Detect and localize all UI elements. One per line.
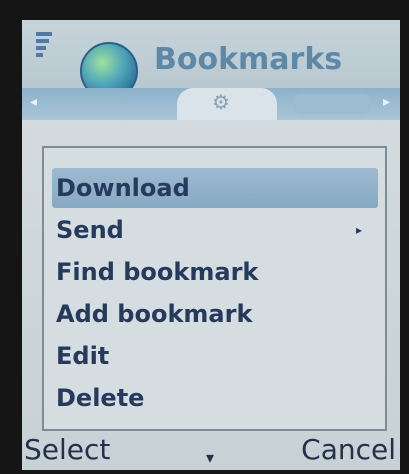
menu-item-download[interactable]: Download	[52, 168, 378, 208]
menu-item-find-bookmark[interactable]: Find bookmark	[56, 252, 372, 292]
menu-item-add-bookmark[interactable]: Add bookmark	[56, 294, 372, 334]
tab-bookmarks-icon: ⚙	[212, 90, 230, 114]
select-softkey[interactable]: Select	[24, 430, 110, 470]
tab-strip: ◂ ⚙ ▸	[22, 88, 400, 120]
phone-screen: Bookmarks ◂ ⚙ ▸ Download Send ▸ Find boo…	[22, 20, 400, 470]
tab-right-arrow-icon[interactable]: ▸	[383, 94, 390, 110]
menu-item-delete[interactable]: Delete	[56, 378, 372, 418]
menu-item-send[interactable]: Send ▸	[56, 210, 372, 250]
menu-item-edit[interactable]: Edit	[56, 336, 372, 376]
signal-strength-icon	[36, 32, 54, 92]
submenu-arrow-icon: ▸	[355, 223, 362, 237]
phone-frame: Bookmarks ◂ ⚙ ▸ Download Send ▸ Find boo…	[0, 0, 409, 474]
menu-item-label: Download	[56, 174, 190, 202]
page-title: Bookmarks	[154, 42, 343, 77]
menu-item-label: Send	[56, 216, 124, 244]
softkey-bar: Select ▾ Cancel	[22, 430, 400, 470]
menu-item-label: Find bookmark	[56, 258, 259, 286]
app-header: Bookmarks	[22, 20, 400, 100]
menu-item-label: Add bookmark	[56, 300, 253, 328]
cancel-softkey[interactable]: Cancel	[301, 430, 396, 470]
chevron-down-icon[interactable]: ▾	[206, 448, 214, 467]
menu-item-label: Delete	[56, 384, 145, 412]
menu-item-label: Edit	[56, 342, 110, 370]
options-menu: Download Send ▸ Find bookmark Add bookma…	[42, 146, 387, 431]
tab-left-arrow-icon[interactable]: ◂	[30, 94, 37, 110]
tab-next[interactable]	[292, 94, 372, 114]
